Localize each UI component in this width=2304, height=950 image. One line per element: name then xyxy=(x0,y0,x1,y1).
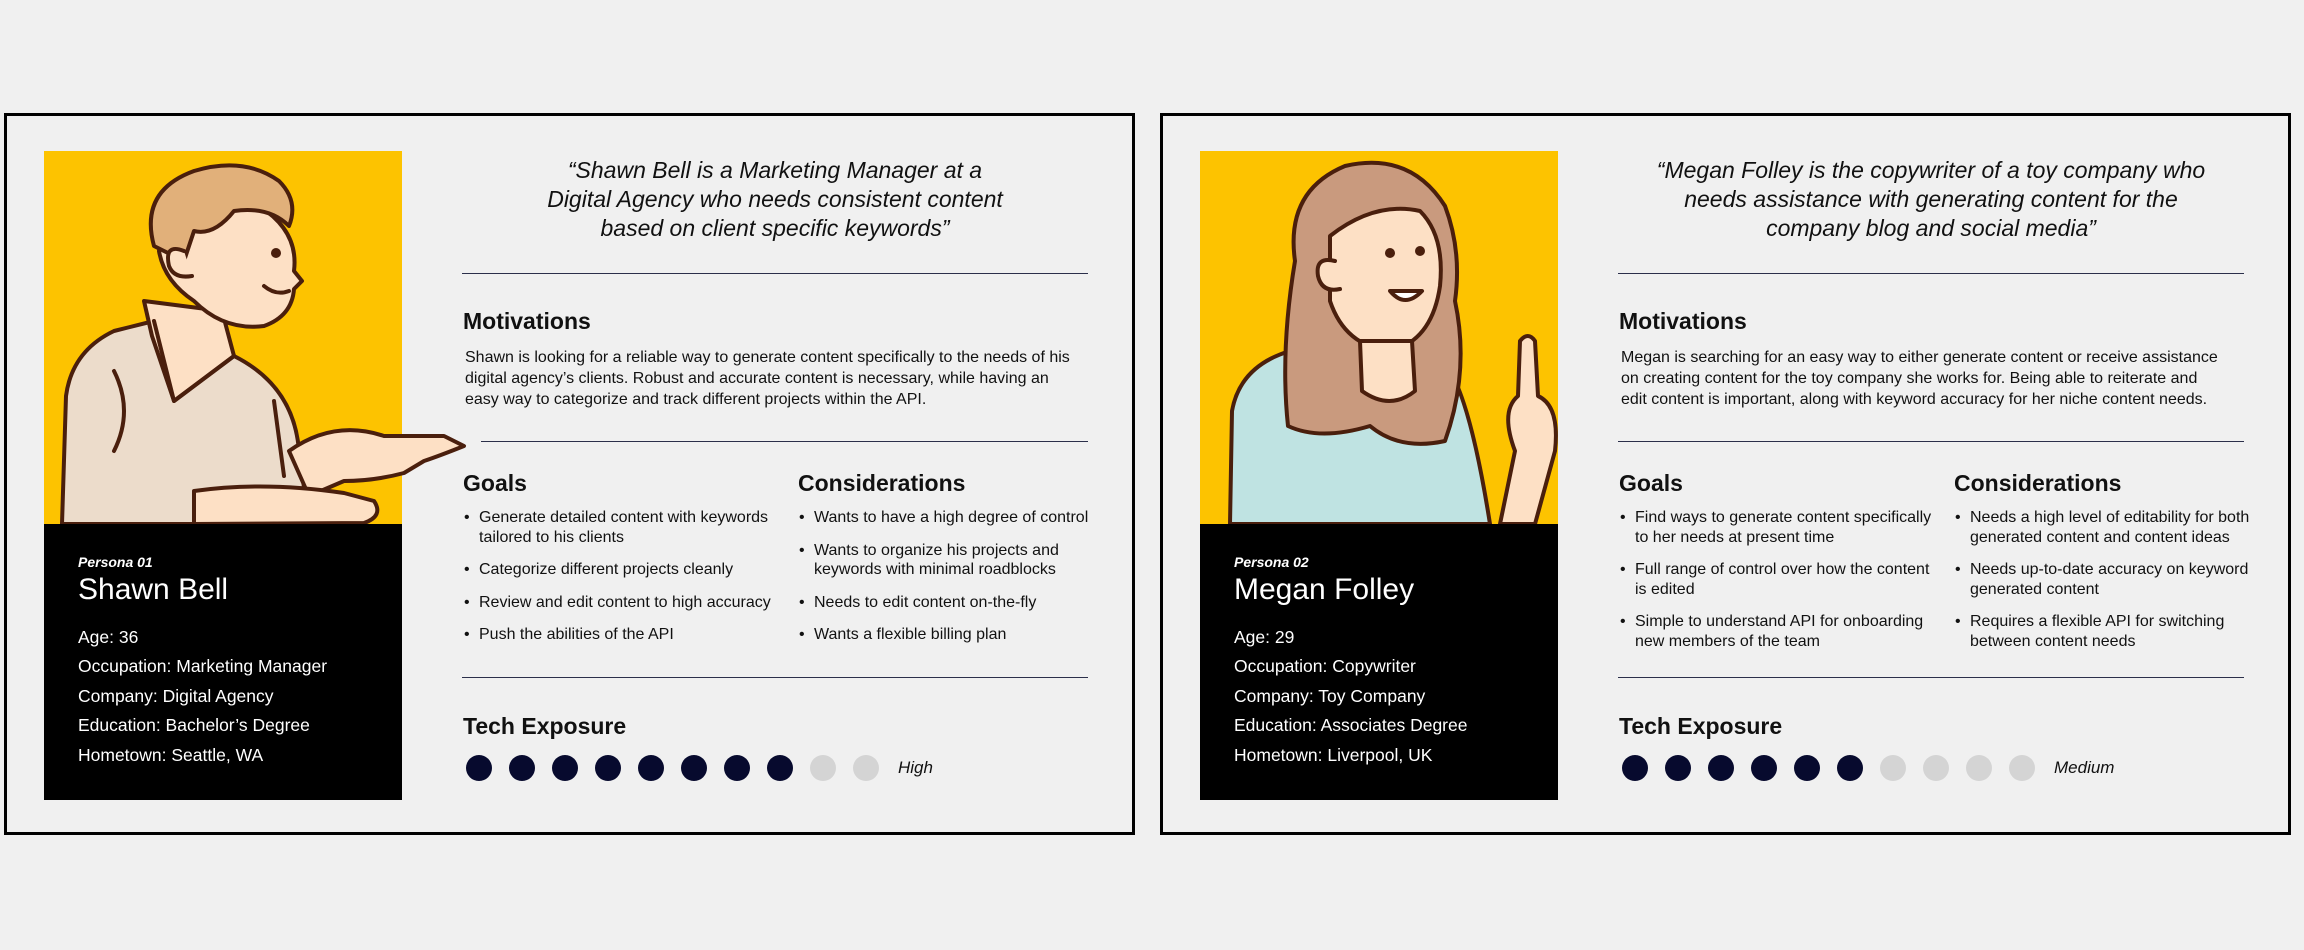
goals-list: Generate detailed content with keywordst… xyxy=(464,508,794,658)
tech-level-dot xyxy=(810,755,836,781)
tech-level-dot xyxy=(767,755,793,781)
persona-card: Persona 01 Shawn Bell Age: 36 Occupation… xyxy=(4,113,1135,835)
persona-details: Persona 01 Shawn Bell Age: 36 Occupation… xyxy=(44,524,402,800)
tech-level-dot xyxy=(1622,755,1648,781)
goals-heading: Goals xyxy=(1619,470,1683,496)
list-item: Full range of control over how the conte… xyxy=(1620,560,1950,599)
persona-name: Megan Folley xyxy=(1234,573,1415,606)
occupation-field: Occupation: Marketing Manager xyxy=(78,656,328,676)
motivations-text: Shawn is looking for a reliable way to g… xyxy=(465,349,1070,408)
tech-level-dot xyxy=(1923,755,1949,781)
motivations-heading: Motivations xyxy=(1619,308,1747,334)
goals-list: Find ways to generate content specifical… xyxy=(1620,508,1950,664)
list-item: Needs a high level of editability for bo… xyxy=(1955,508,2285,547)
list-item: Needs up-to-date accuracy on keywordgene… xyxy=(1955,560,2285,599)
divider xyxy=(462,677,1088,678)
persona-name: Shawn Bell xyxy=(78,573,229,606)
list-item: Wants a flexible billing plan xyxy=(799,625,1129,645)
divider xyxy=(481,441,1088,442)
tech-level-dot xyxy=(1665,755,1691,781)
list-item: Find ways to generate content specifical… xyxy=(1620,508,1950,547)
tech-level-dot xyxy=(1751,755,1777,781)
education-field: Education: Associates Degree xyxy=(1234,715,1468,735)
list-item: Requires a flexible API for switchingbet… xyxy=(1955,612,2285,651)
tech-level-dot xyxy=(1837,755,1863,781)
hometown-field: Hometown: Liverpool, UK xyxy=(1234,744,1433,765)
tech-exposure-heading: Tech Exposure xyxy=(1619,713,1783,739)
list-item: Simple to understand API for onboardingn… xyxy=(1620,612,1950,651)
man-gesturing-illustration xyxy=(60,163,466,526)
age-field: Age: 29 xyxy=(1234,626,1295,647)
tech-level-dot xyxy=(509,755,535,781)
company-field: Company: Toy Company xyxy=(1234,685,1426,706)
motivations-heading: Motivations xyxy=(463,308,591,334)
persona-details: Persona 02 Megan Folley Age: 29 Occupati… xyxy=(1200,524,1558,800)
age-field: Age: 36 xyxy=(78,626,139,647)
divider xyxy=(462,273,1088,274)
tech-level-dot xyxy=(552,755,578,781)
divider xyxy=(1618,441,2244,442)
list-item: Review and edit content to high accuracy xyxy=(464,593,794,613)
woman-pointing-up-illustration xyxy=(1228,160,1558,526)
divider xyxy=(1618,677,2244,678)
considerations-list: Wants to have a high degree of control W… xyxy=(799,508,1129,658)
list-item: Generate detailed content with keywordst… xyxy=(464,508,794,547)
persona-photo xyxy=(1200,151,1558,526)
tech-exposure-meter: High xyxy=(466,755,933,781)
tech-level-dot xyxy=(681,755,707,781)
tech-level-dot xyxy=(1880,755,1906,781)
hometown-field: Hometown: Seattle, WA xyxy=(78,744,264,765)
goals-heading: Goals xyxy=(463,470,527,496)
considerations-heading: Considerations xyxy=(798,470,966,496)
tech-exposure-heading: Tech Exposure xyxy=(463,713,627,739)
list-item: Needs to edit content on-the-fly xyxy=(799,593,1129,613)
persona-number: Persona 01 xyxy=(78,554,153,570)
list-item: Wants to organize his projects andkeywor… xyxy=(799,541,1129,580)
company-field: Company: Digital Agency xyxy=(78,685,274,706)
occupation-field: Occupation: Copywriter xyxy=(1234,656,1416,676)
list-item: Categorize different projects cleanly xyxy=(464,560,794,580)
tech-level-dot xyxy=(724,755,750,781)
tech-level-label: High xyxy=(898,758,933,777)
divider xyxy=(1618,273,2244,274)
persona-quote: “Shawn Bell is a Marketing Manager at a … xyxy=(547,157,1003,241)
tech-level-label: Medium xyxy=(2054,758,2115,777)
list-item: Push the abilities of the API xyxy=(464,625,794,645)
persona-photo xyxy=(44,151,466,526)
tech-level-dot xyxy=(638,755,664,781)
persona-quote: “Megan Folley is the copywriter of a toy… xyxy=(1656,157,2206,241)
tech-level-dot xyxy=(1966,755,1992,781)
tech-level-dot xyxy=(1794,755,1820,781)
considerations-heading: Considerations xyxy=(1954,470,2122,496)
tech-level-dot xyxy=(853,755,879,781)
tech-level-dot xyxy=(466,755,492,781)
tech-exposure-meter: Medium xyxy=(1622,755,2114,781)
education-field: Education: Bachelor’s Degree xyxy=(78,715,310,735)
list-item: Wants to have a high degree of control xyxy=(799,508,1129,528)
persona-number: Persona 02 xyxy=(1234,554,1309,570)
motivations-text: Megan is searching for an easy way to ei… xyxy=(1621,349,2218,408)
considerations-list: Needs a high level of editability for bo… xyxy=(1955,508,2285,664)
persona-card: Persona 02 Megan Folley Age: 29 Occupati… xyxy=(1160,113,2291,835)
tech-level-dot xyxy=(2009,755,2035,781)
tech-level-dot xyxy=(595,755,621,781)
tech-level-dot xyxy=(1708,755,1734,781)
